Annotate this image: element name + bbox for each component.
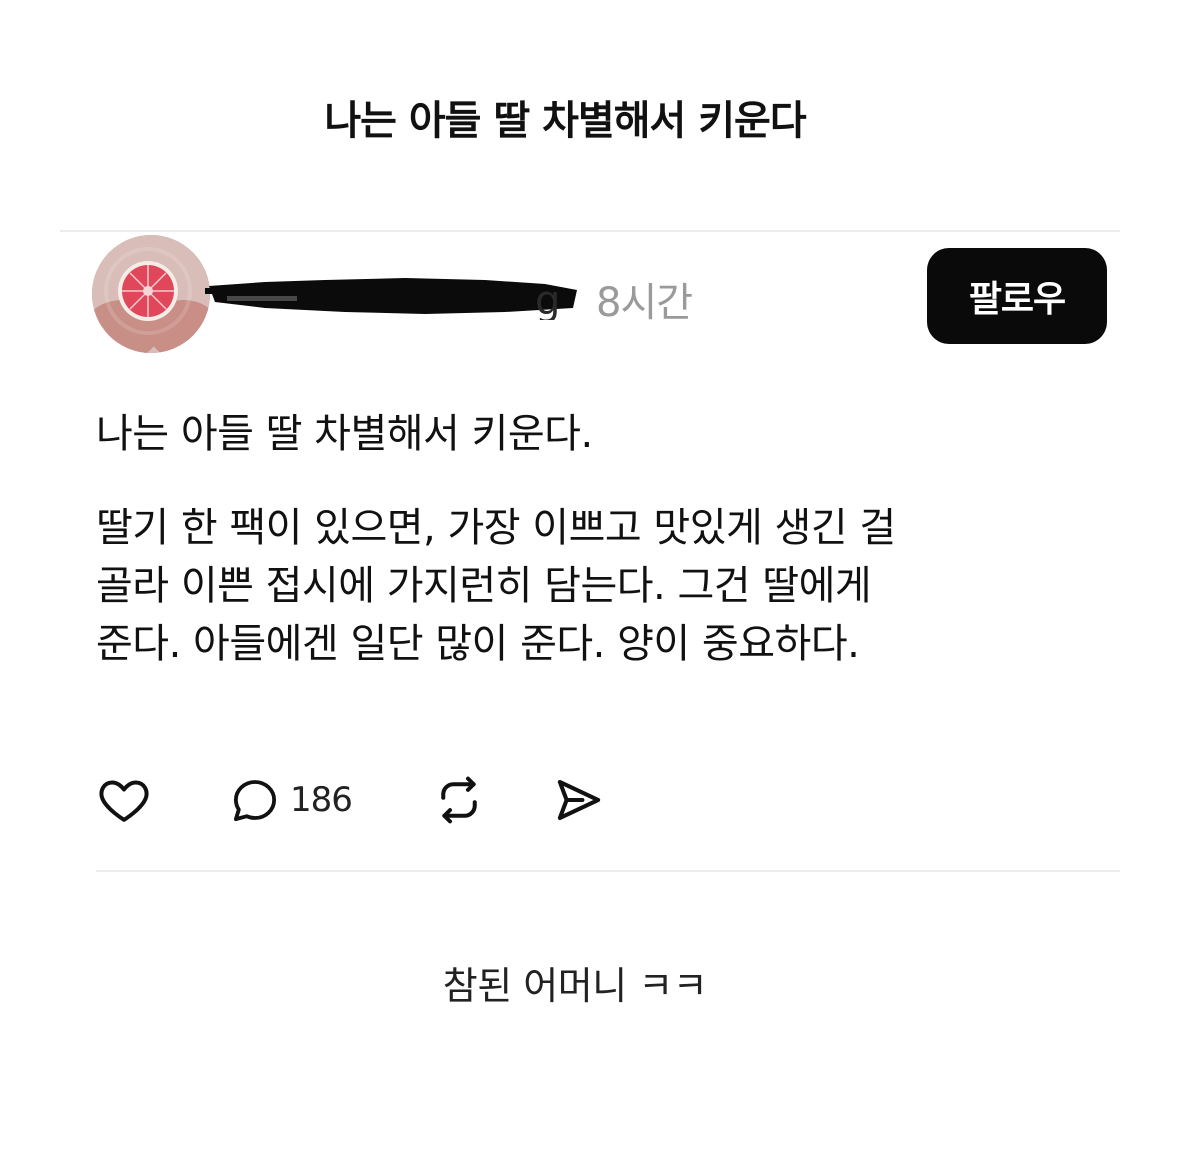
caption: 참된 어머니 ㅋㅋ bbox=[442, 964, 708, 1008]
post-timestamp: 8시간 bbox=[596, 280, 693, 326]
grapefruit-avatar-icon bbox=[92, 235, 210, 353]
post-paragraph-line: 준다. 아들에겐 일단 많이 준다. 양이 중요하다. bbox=[96, 621, 860, 667]
repost-button[interactable] bbox=[432, 770, 486, 830]
share-button[interactable] bbox=[552, 770, 606, 830]
avatar[interactable] bbox=[92, 235, 210, 353]
divider bbox=[96, 870, 1120, 872]
username-redacted[interactable]: g bbox=[205, 268, 585, 324]
redaction-scribble: g bbox=[205, 278, 577, 324]
heart-icon bbox=[99, 780, 149, 822]
post-paragraph: 나는 아들 딸 차별해서 키운다. bbox=[96, 411, 593, 457]
like-button[interactable] bbox=[96, 770, 152, 830]
page-title: 나는 아들 딸 차별해서 키운다 bbox=[324, 98, 806, 144]
comment-button[interactable]: 186 bbox=[228, 770, 353, 830]
follow-button[interactable]: 팔로우 bbox=[927, 248, 1107, 344]
post-paragraph-line: 골라 이쁜 접시에 가지런히 담는다. 그건 딸에게 bbox=[96, 563, 872, 609]
repost-icon bbox=[441, 776, 477, 824]
post-body: 나는 아들 딸 차별해서 키운다. 딸기 한 팩이 있으면, 가장 이쁘고 맛있… bbox=[96, 405, 1136, 673]
comment-count: 186 bbox=[290, 780, 353, 820]
username-fragment: g bbox=[535, 278, 560, 320]
send-icon bbox=[557, 779, 601, 821]
comment-bubble-icon bbox=[233, 780, 277, 822]
post-paragraph-line: 딸기 한 팩이 있으면, 가장 이쁘고 맛있게 생긴 걸 bbox=[96, 505, 896, 551]
divider bbox=[60, 230, 1120, 232]
